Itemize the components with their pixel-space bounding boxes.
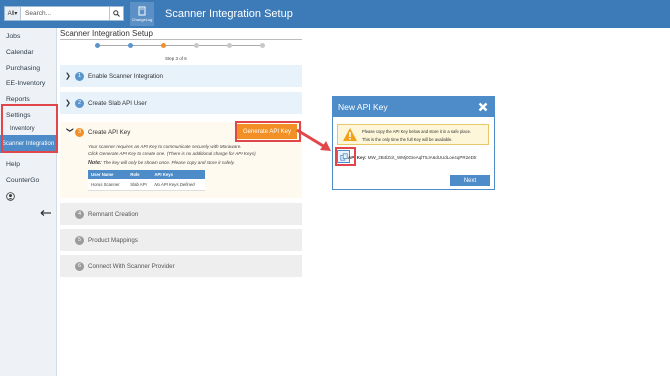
step-dot-5 [227, 43, 232, 48]
step-dot-2 [128, 43, 133, 48]
api-key-note: Note: The key will only be shown once. P… [88, 160, 235, 166]
sidebar-item-purchasing[interactable]: Purchasing [0, 60, 56, 76]
description-line-2: Click Generate API Key to create one. (T… [88, 150, 256, 156]
step-number: 2 [75, 98, 84, 108]
changelog-label: ChangeLog [131, 17, 153, 22]
step-number: 6 [75, 261, 84, 271]
description-line-1: Your scanner requires an API Key to comm… [88, 144, 242, 149]
app-title: Scanner Integration Setup [165, 8, 293, 20]
step-dot-1 [95, 43, 100, 48]
title-divider [60, 39, 302, 40]
step-panel-5[interactable]: 5 Product Mappings [60, 229, 302, 251]
note-label: Note: [88, 160, 102, 166]
arrow-left-icon [40, 210, 51, 217]
warning-icon [343, 128, 357, 141]
top-bar: All▾ ChangeLog Scanner Integration Setup [0, 0, 670, 28]
cell-user-name: Horus Scanner [88, 179, 128, 191]
api-key-description: Your scanner requires an API Key to comm… [88, 144, 256, 157]
copy-button-highlight [335, 147, 356, 166]
cell-api-keys: No API Keys Defined [151, 179, 205, 191]
step-indicator: Step 3 of 6 [165, 56, 187, 61]
table-row: Horus Scanner Slab API No API Keys Defin… [88, 179, 205, 191]
api-key-value[interactable]: MW_2B4lZcit_WMj0GIeAqlT5JA6dUUdLoe4qPR2e… [368, 155, 477, 160]
note-text: The key will only be shown once. Please … [103, 160, 235, 165]
sidebar-item-countergo[interactable]: CounterGo [0, 173, 56, 189]
search-input[interactable] [21, 7, 109, 20]
user-menu[interactable] [0, 189, 56, 205]
step-dot-3 [161, 43, 166, 48]
chevron-right-icon: ❯ [65, 100, 71, 107]
dialog-header: New API Key [333, 97, 494, 117]
stepper-track [97, 45, 263, 46]
step-label: Product Mappings [88, 236, 138, 244]
step-dot-6 [260, 43, 265, 48]
api-keys-table: User Name Role API Keys Horus Scanner Sl… [88, 170, 205, 191]
callout-arrow [296, 128, 331, 151]
search-scope-label: All [7, 10, 15, 17]
step-panel-6[interactable]: 6 Connect With Scanner Provider [60, 255, 302, 277]
dialog-title: New API Key [338, 102, 388, 112]
chevron-down-icon: ❯ [66, 127, 73, 133]
step-dot-4 [194, 43, 199, 48]
api-key-row: API Key: MW_2B4lZcit_WMj0GIeAqlT5JA6dUUd… [341, 155, 477, 160]
sidebar-item-ee-inventory[interactable]: EE-Inventory [0, 76, 56, 92]
step-panel-2[interactable]: ❯ 2 Create Slab API User [60, 92, 302, 114]
user-icon [6, 192, 15, 201]
next-button[interactable]: Next [450, 175, 490, 186]
step-number: 5 [75, 235, 84, 245]
settings-highlight [1, 104, 58, 153]
search-box[interactable]: All ▾ [4, 6, 124, 21]
step-panel-4[interactable]: 4 Remnant Creation [60, 203, 302, 225]
changelog-button[interactable]: ChangeLog [130, 2, 154, 26]
column-header-api-keys: API Keys [151, 170, 205, 179]
warning-text: Please copy the API Key below and store … [362, 128, 471, 144]
step-number: 3 [75, 127, 84, 137]
close-icon[interactable] [478, 102, 488, 112]
warning-box: Please copy the API Key below and store … [337, 124, 489, 145]
search-icon [112, 10, 120, 17]
warning-line-2: This is the only time the full Key will … [362, 137, 453, 142]
sidebar-item-help[interactable]: Help [0, 157, 56, 173]
generate-button-highlight [235, 121, 301, 142]
step-number: 1 [75, 71, 84, 81]
step-label: Enable Scanner Integration [88, 72, 163, 80]
step-panel-1[interactable]: ❯ 1 Enable Scanner Integration [60, 65, 302, 87]
warning-line-1: Please copy the API Key below and store … [362, 129, 472, 134]
search-button[interactable] [109, 7, 122, 20]
page-title: Scanner Integration Setup [60, 29, 153, 38]
step-label: Remnant Creation [88, 210, 139, 218]
sidebar-item-jobs[interactable]: Jobs [0, 29, 56, 45]
column-header-user-name: User Name [88, 170, 128, 179]
step-number: 4 [75, 209, 84, 219]
chevron-right-icon: ❯ [65, 73, 71, 80]
collapse-sidebar-button[interactable] [0, 210, 56, 218]
step-label: Create API Key [88, 128, 131, 136]
step-label: Create Slab API User [88, 99, 147, 107]
new-api-key-dialog: New API Key Please copy the API Key belo… [332, 96, 495, 190]
step-label: Connect With Scanner Provider [88, 262, 175, 270]
book-icon [138, 6, 146, 16]
cell-role: Slab API [127, 179, 152, 191]
column-header-role: Role [127, 170, 152, 179]
sidebar-item-calendar[interactable]: Calendar [0, 45, 56, 61]
search-scope-select[interactable]: All ▾ [5, 7, 21, 20]
sidebar: Jobs Calendar Purchasing EE-Inventory Re… [0, 28, 57, 376]
